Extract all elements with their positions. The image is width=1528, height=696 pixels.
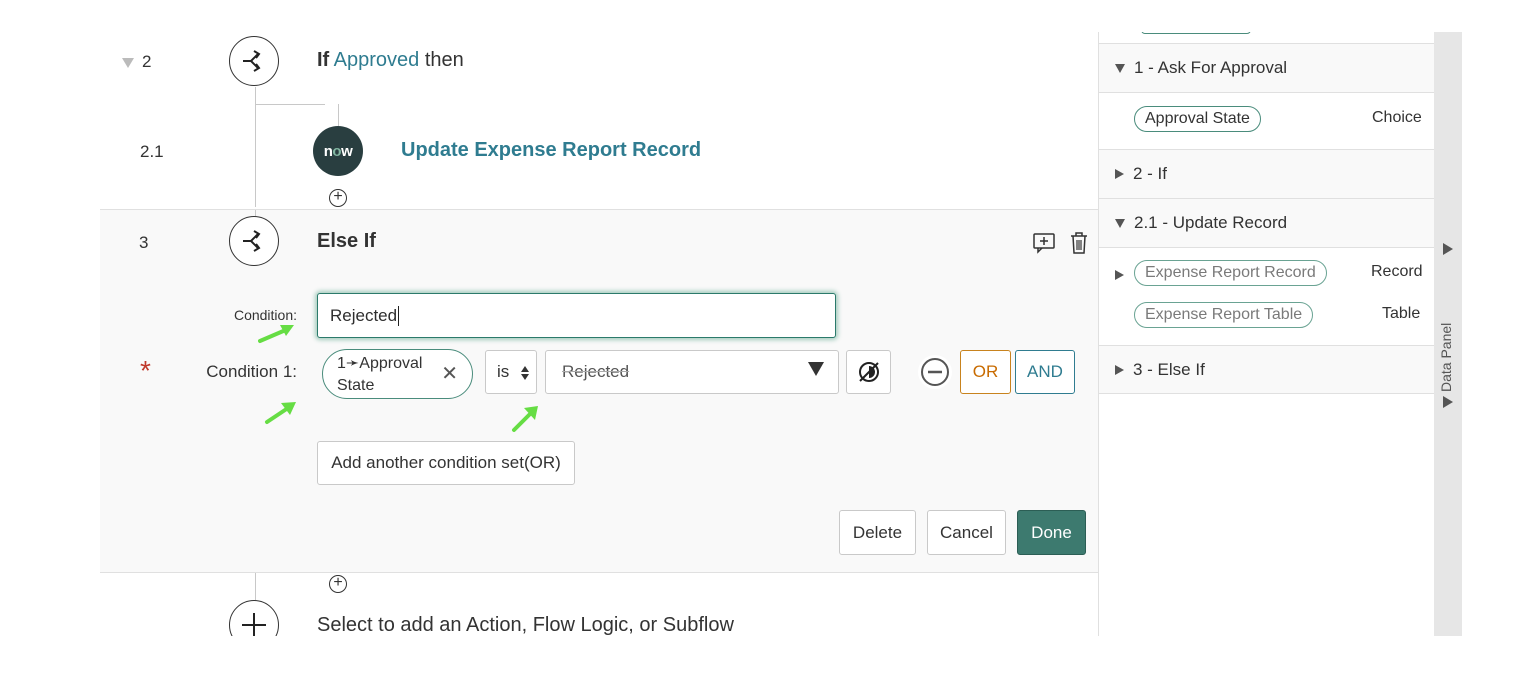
step-number-3: 3 xyxy=(139,233,149,252)
condition-name-input[interactable]: Rejected xyxy=(317,293,836,338)
data-pill-expense-report-table[interactable]: Expense Report Table xyxy=(1134,302,1314,328)
data-panel-tab[interactable]: Data Panel xyxy=(1434,32,1462,636)
collapse-panel-icon[interactable] xyxy=(1443,396,1453,408)
condition-pill[interactable]: Approved xyxy=(334,49,420,71)
step-2-title[interactable]: If Approved then xyxy=(317,49,464,72)
flow-logic-icon[interactable] xyxy=(229,216,279,266)
stepper-arrows-icon xyxy=(521,366,529,380)
section-if[interactable]: 2 - If xyxy=(1099,150,1434,199)
cancel-button[interactable]: Cancel xyxy=(927,510,1006,555)
connector-line xyxy=(338,104,339,126)
servicenow-logo-icon: now xyxy=(313,126,363,176)
add-step-plus-icon[interactable]: + xyxy=(329,575,347,593)
field-type: Table xyxy=(1382,305,1421,322)
step-number-2-1: 2.1 xyxy=(140,142,164,161)
operator-select[interactable]: is xyxy=(485,350,537,394)
hint-arrow-icon xyxy=(258,325,294,343)
collapse-icon[interactable] xyxy=(122,57,134,68)
add-condition-set-button[interactable]: Add another condition set(OR) xyxy=(317,441,575,485)
expand-icon[interactable] xyxy=(1115,218,1125,228)
required-marker: * xyxy=(140,355,151,386)
hint-arrow-icon xyxy=(512,406,538,432)
expand-panel-icon[interactable] xyxy=(1443,243,1453,255)
expand-record-icon[interactable] xyxy=(1115,270,1124,280)
expand-icon[interactable] xyxy=(1115,364,1124,375)
data-panel-tab-label: Data Panel xyxy=(1438,322,1454,392)
dropdown-arrow-icon xyxy=(808,362,824,376)
hint-arrow-icon xyxy=(265,402,296,424)
expand-icon[interactable] xyxy=(1115,63,1125,73)
connector-line xyxy=(255,572,256,602)
data-pill-fragment xyxy=(1141,32,1251,34)
field-type: Choice xyxy=(1372,109,1422,126)
add-step-label[interactable]: Select to add an Action, Flow Logic, or … xyxy=(317,614,734,636)
step-number-2[interactable]: 2 xyxy=(122,52,151,72)
add-step-icon[interactable] xyxy=(229,600,279,636)
branch-icon xyxy=(243,230,261,252)
connector-line xyxy=(255,104,325,105)
remove-condition-icon[interactable] xyxy=(918,355,952,389)
remove-pill-icon[interactable]: ✕ xyxy=(441,363,458,385)
and-button[interactable]: AND xyxy=(1015,350,1075,394)
connector-line xyxy=(255,87,256,207)
branch-icon xyxy=(243,50,261,72)
or-button[interactable]: OR xyxy=(960,350,1011,394)
action-title-link[interactable]: Update Expense Report Record xyxy=(401,139,701,162)
plus-icon xyxy=(242,613,266,636)
flow-designer-canvas: 2 If Approved then 2.1 now Update Expens… xyxy=(100,32,1098,636)
value-dropdown[interactable]: Rejected xyxy=(545,350,839,394)
step-3-title: Else If xyxy=(317,230,376,252)
add-comment-icon[interactable] xyxy=(1032,232,1056,254)
done-button[interactable]: Done xyxy=(1017,510,1086,555)
section-ask-for-approval[interactable]: 1 - Ask For Approval xyxy=(1099,43,1434,93)
delete-button[interactable]: Delete xyxy=(839,510,916,555)
trash-icon[interactable] xyxy=(1068,231,1090,255)
expand-icon[interactable] xyxy=(1115,169,1124,179)
approval-state-field-pill[interactable]: 1➛Approval State ✕ xyxy=(322,349,473,399)
data-pill-approval-state[interactable]: Approval State xyxy=(1134,106,1261,132)
data-pill-expense-report-record[interactable]: Expense Report Record xyxy=(1134,260,1327,286)
condition-1-label: Condition 1: xyxy=(206,362,297,381)
flow-logic-icon[interactable] xyxy=(229,36,279,86)
data-pill-picker-icon xyxy=(858,362,879,382)
text-caret xyxy=(398,305,400,326)
toggle-data-pill-picker-button[interactable] xyxy=(846,350,891,394)
section-else-if[interactable]: 3 - Else If xyxy=(1099,346,1434,394)
add-step-plus-icon[interactable]: + xyxy=(329,189,347,207)
else-if-edit-panel: 3 Else If Condition: Rejected * Conditio… xyxy=(100,209,1098,573)
data-panel: 1 - Ask For Approval Approval State Choi… xyxy=(1098,32,1434,636)
section-update-record[interactable]: 2.1 - Update Record xyxy=(1099,199,1434,248)
field-type: Record xyxy=(1371,263,1423,280)
